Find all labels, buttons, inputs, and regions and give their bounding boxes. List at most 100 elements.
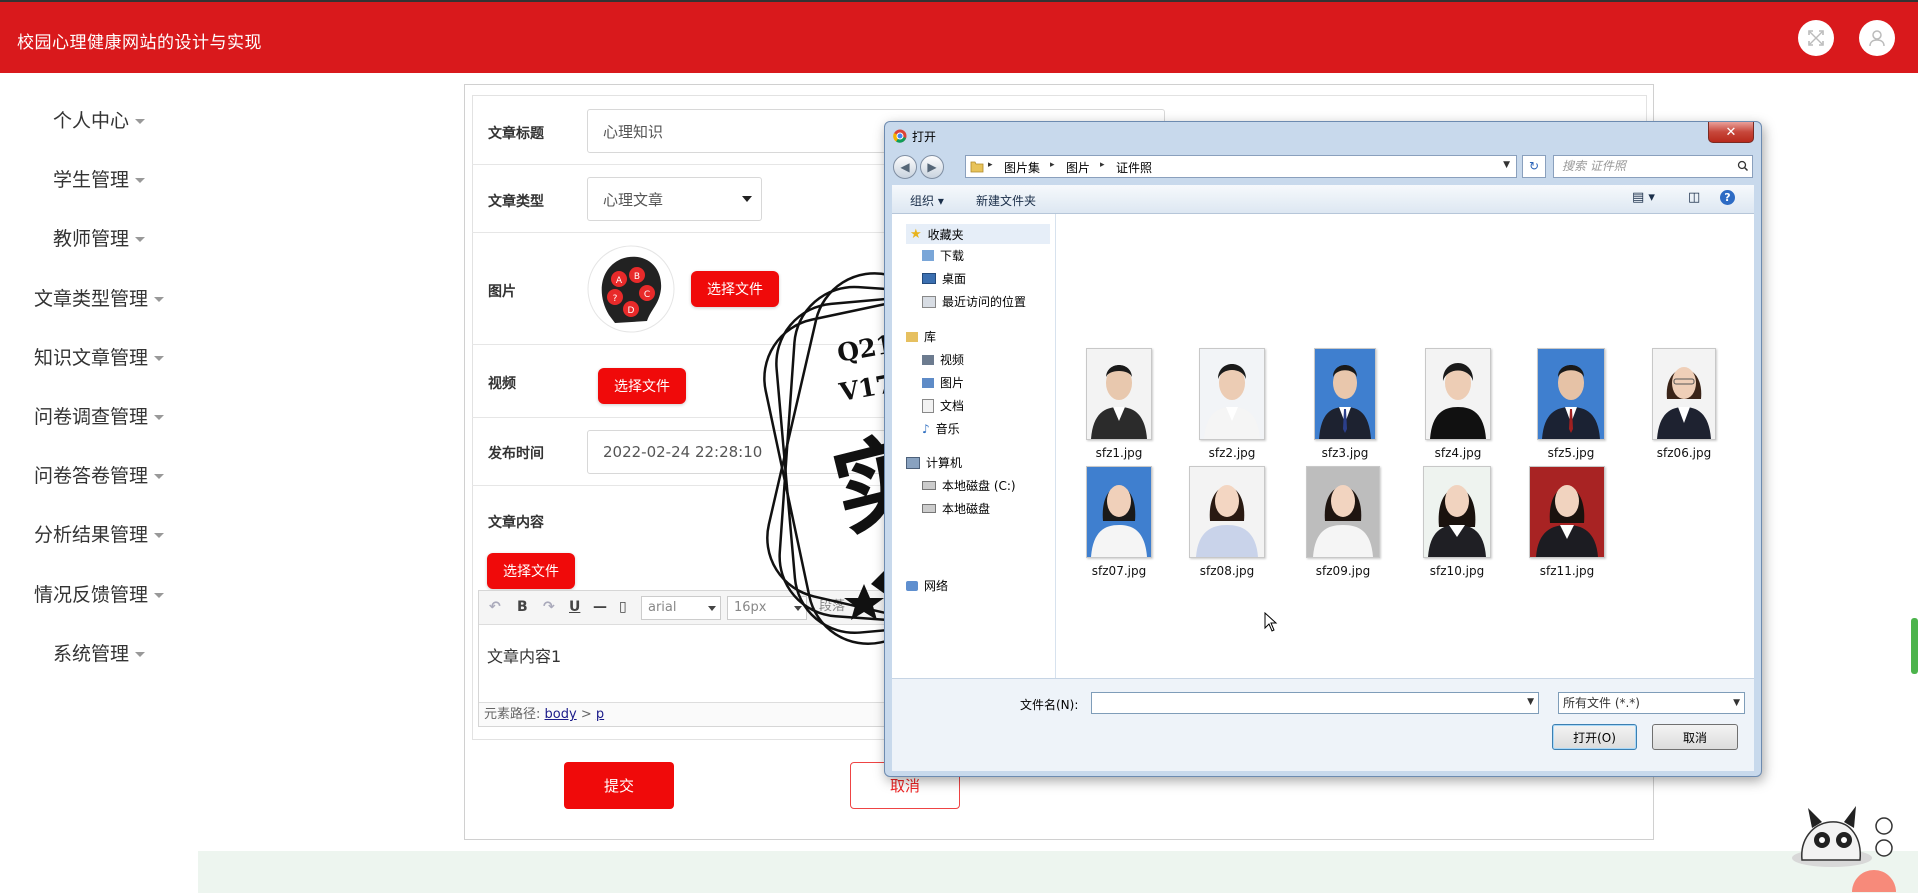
file-type-select[interactable]: 所有文件 (*.*) ▼ xyxy=(1558,692,1745,714)
underline-icon[interactable]: U xyxy=(569,599,580,615)
photo-thumbnail xyxy=(1306,466,1380,558)
back-button[interactable]: ◀ xyxy=(893,155,917,179)
preview-pane-icon[interactable]: ◫ xyxy=(1688,190,1700,205)
nav-local-disk[interactable]: 本地磁盘 xyxy=(922,500,990,517)
nav-pictures[interactable]: 图片 xyxy=(922,374,964,391)
page-icon[interactable]: ▯ xyxy=(619,599,627,615)
sidebar-item-knowledge-article-management[interactable]: 知识文章管理 xyxy=(0,343,198,370)
file-item[interactable]: sfz2.jpg xyxy=(1192,348,1272,460)
nav-videos[interactable]: 视频 xyxy=(922,351,964,368)
pet-widget[interactable] xyxy=(1782,800,1897,892)
nav-documents[interactable]: 文档 xyxy=(922,397,964,414)
filename-input[interactable]: ▼ xyxy=(1091,692,1539,714)
file-item[interactable]: sfz06.jpg xyxy=(1644,348,1724,460)
sidebar-item-label: 个人中心 xyxy=(52,110,129,132)
file-item[interactable]: sfz09.jpg xyxy=(1303,466,1383,578)
new-folder-button[interactable]: 新建文件夹 xyxy=(976,192,1036,209)
sidebar-item-feedback-management[interactable]: 情况反馈管理 xyxy=(0,580,198,607)
breadcrumb-item[interactable]: 证件照 xyxy=(1116,159,1152,176)
font-size-select[interactable]: 16px xyxy=(727,596,807,620)
photo-thumbnail xyxy=(1652,348,1716,440)
open-button[interactable]: 打开(O) xyxy=(1552,724,1637,750)
site-title: 校园心理健康网站的设计与实现 xyxy=(17,33,262,53)
sidebar-item-label: 情况反馈管理 xyxy=(33,584,148,606)
font-family-select[interactable]: arial xyxy=(641,596,721,620)
sidebar-item-system-management[interactable]: 系统管理 xyxy=(0,639,198,666)
nav-recent-places[interactable]: 最近访问的位置 xyxy=(922,293,1026,310)
choose-content-file-button[interactable]: 选择文件 xyxy=(487,553,575,589)
choose-video-button[interactable]: 选择文件 xyxy=(598,368,686,404)
file-item[interactable]: sfz3.jpg xyxy=(1305,348,1385,460)
nav-music[interactable]: ♪ 音乐 xyxy=(922,420,960,437)
redo-icon[interactable]: ↷ xyxy=(543,599,555,615)
organize-menu[interactable]: 组织 ▾ xyxy=(910,192,944,209)
fullscreen-button[interactable] xyxy=(1798,20,1834,56)
choose-image-button[interactable]: 选择文件 xyxy=(691,271,779,307)
photo-thumbnail xyxy=(1314,348,1376,440)
undo-icon[interactable]: ↶ xyxy=(489,599,501,615)
dialog-cancel-button[interactable]: 取消 xyxy=(1652,724,1738,750)
sidebar-item-article-type-management[interactable]: 文章类型管理 xyxy=(0,284,198,311)
sidebar-item-analysis-result-management[interactable]: 分析结果管理 xyxy=(0,520,198,547)
nav-label: 收藏夹 xyxy=(927,227,964,242)
nav-local-disk-c[interactable]: 本地磁盘 (C:) xyxy=(922,477,1016,494)
refresh-button[interactable]: ↻ xyxy=(1522,155,1546,178)
nav-desktop[interactable]: 桌面 xyxy=(922,270,966,287)
user-avatar-button[interactable] xyxy=(1859,20,1895,56)
chevron-down-icon xyxy=(708,606,716,611)
nav-favorites[interactable]: ★ 收藏夹 xyxy=(906,224,1050,244)
submit-button[interactable]: 提交 xyxy=(564,762,674,809)
nav-label: 视频 xyxy=(940,353,965,367)
breadcrumb-item[interactable]: 图片 xyxy=(1066,159,1090,176)
search-input[interactable]: 搜索 证件照 xyxy=(1553,155,1753,178)
photo-thumbnail xyxy=(1423,466,1491,558)
publish-time-input[interactable]: 2022-02-24 22:28:10 xyxy=(587,430,907,474)
paragraph-select[interactable]: 段落 xyxy=(813,596,883,620)
nav-label: 计算机 xyxy=(926,456,963,470)
sidebar-item-label: 问卷答卷管理 xyxy=(33,465,148,487)
bold-icon[interactable]: B xyxy=(517,599,528,615)
library-icon xyxy=(906,331,918,342)
file-item[interactable]: sfz10.jpg xyxy=(1417,466,1497,578)
file-name: sfz2.jpg xyxy=(1208,446,1256,460)
editor-content[interactable]: 文章内容1 xyxy=(487,643,561,667)
chevron-down-icon[interactable]: ▼ xyxy=(1527,697,1534,707)
nav-label: 网络 xyxy=(924,579,949,593)
photo-thumbnail xyxy=(1537,348,1605,440)
sidebar-item-personal-center[interactable]: 个人中心 xyxy=(0,106,198,133)
path-p-link[interactable]: p xyxy=(596,707,604,722)
page-scrollbar-thumb[interactable] xyxy=(1911,618,1918,674)
dialog-close-button[interactable]: ✕ xyxy=(1708,122,1754,143)
help-icon[interactable]: ? xyxy=(1720,190,1735,205)
dialog-toolbar: 组织 ▾ 新建文件夹 ▤ ▾ ◫ ? xyxy=(892,185,1754,214)
path-body-link[interactable]: body xyxy=(545,707,577,722)
file-item[interactable]: sfz1.jpg xyxy=(1079,348,1159,460)
file-item[interactable]: sfz07.jpg xyxy=(1079,466,1159,578)
sidebar-item-teacher-management[interactable]: 教师管理 xyxy=(0,224,198,251)
sidebar-item-questionnaire-management[interactable]: 问卷调查管理 xyxy=(0,402,198,429)
photo-thumbnail xyxy=(1199,348,1265,440)
file-item[interactable]: sfz11.jpg xyxy=(1527,466,1607,578)
sidebar-item-student-management[interactable]: 学生管理 xyxy=(0,165,198,192)
file-item[interactable]: sfz4.jpg xyxy=(1418,348,1498,460)
photo-thumbnail xyxy=(1086,466,1152,558)
file-item[interactable]: sfz5.jpg xyxy=(1531,348,1611,460)
file-item[interactable]: sfz08.jpg xyxy=(1187,466,1267,578)
sidebar-item-answer-sheet-management[interactable]: 问卷答卷管理 xyxy=(0,461,198,488)
address-dropdown-icon[interactable]: ▼ xyxy=(1503,160,1510,170)
article-type-select[interactable]: 心理文章 xyxy=(587,177,762,221)
horizontal-rule-icon[interactable]: — xyxy=(593,599,607,615)
forward-button[interactable]: ▶ xyxy=(920,155,944,179)
breadcrumb-separator-icon: ▸ xyxy=(988,160,993,170)
nav-computer[interactable]: 计算机 xyxy=(906,454,962,471)
search-icon xyxy=(1737,160,1749,172)
nav-libraries[interactable]: 库 xyxy=(906,328,936,345)
address-bar[interactable]: ▸ 图片集 ▸ 图片 ▸ 证件照 ▼ xyxy=(965,155,1517,178)
nav-downloads[interactable]: 下载 xyxy=(922,247,964,264)
breadcrumb-item[interactable]: 图片集 xyxy=(1004,159,1040,176)
file-open-dialog[interactable]: 打开 ✕ ◀ ▶ ▸ 图片集 ▸ 图片 ▸ 证件照 ▼ ↻ 搜索 证件照 组织 … xyxy=(884,121,1762,777)
dialog-content-area: ★ 收藏夹 下载 桌面 最近访问的位置 库 视频 图片 文档 ♪ 音乐 计算机 … xyxy=(892,214,1754,678)
file-name: sfz10.jpg xyxy=(1429,564,1485,578)
nav-network[interactable]: 网络 xyxy=(906,577,948,594)
view-options-icon[interactable]: ▤ ▾ xyxy=(1632,190,1655,205)
